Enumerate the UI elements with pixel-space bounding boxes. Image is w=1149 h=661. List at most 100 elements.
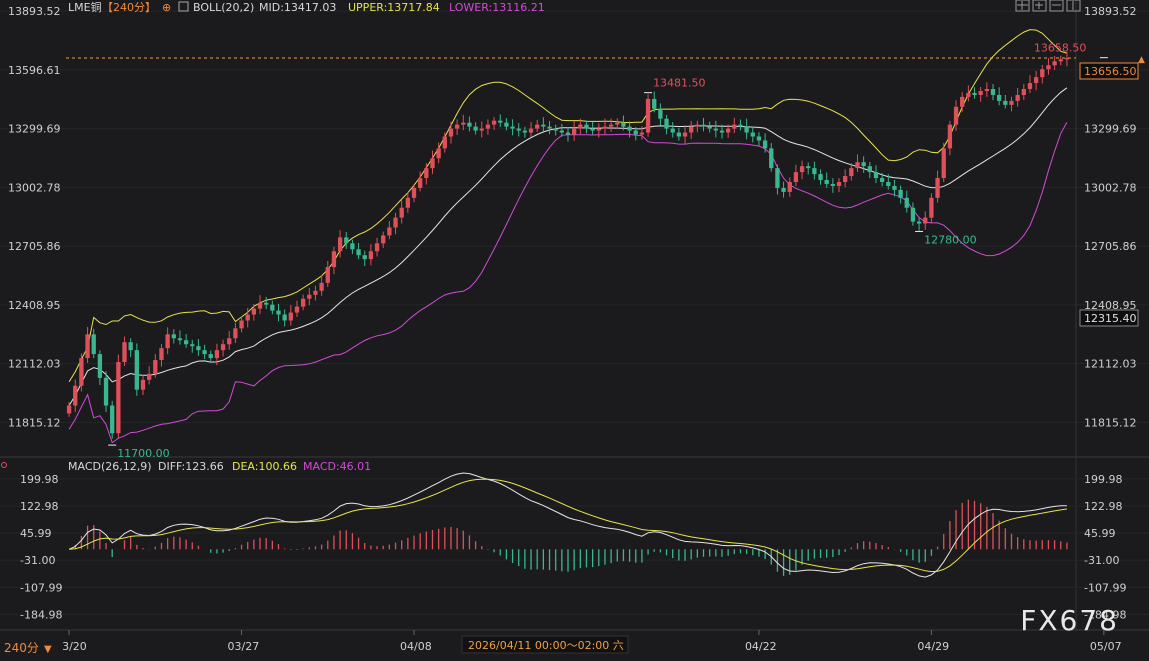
candle-body[interactable] bbox=[448, 128, 454, 137]
candle-body[interactable] bbox=[436, 148, 441, 159]
candle-body[interactable] bbox=[886, 182, 891, 186]
candle-body[interactable] bbox=[879, 178, 885, 182]
candle-body[interactable] bbox=[787, 182, 792, 192]
period-label[interactable]: 【240分】 bbox=[102, 1, 156, 14]
candle-body[interactable] bbox=[584, 124, 589, 129]
candle-body[interactable] bbox=[485, 124, 491, 129]
candle-body[interactable] bbox=[1058, 59, 1063, 62]
candle-body[interactable] bbox=[504, 122, 509, 127]
candle-body[interactable] bbox=[596, 128, 601, 131]
candle-body[interactable] bbox=[362, 255, 367, 260]
candle-body[interactable] bbox=[1021, 89, 1026, 95]
candle-body[interactable] bbox=[608, 124, 614, 127]
candle-body[interactable] bbox=[454, 124, 460, 129]
candle-body[interactable] bbox=[411, 187, 417, 198]
candle-body[interactable] bbox=[812, 168, 817, 175]
candle-body[interactable] bbox=[793, 172, 799, 182]
candle-body[interactable] bbox=[602, 126, 608, 129]
candle-body[interactable] bbox=[79, 358, 84, 386]
candle-body[interactable] bbox=[251, 308, 257, 315]
candle-body[interactable] bbox=[836, 182, 842, 186]
candle-body[interactable] bbox=[399, 207, 404, 218]
candle-body[interactable] bbox=[830, 183, 836, 186]
candle-body[interactable] bbox=[756, 136, 762, 141]
candle-body[interactable] bbox=[732, 124, 737, 129]
candle-body[interactable] bbox=[294, 306, 300, 313]
candle-body[interactable] bbox=[652, 98, 657, 109]
candle-body[interactable] bbox=[701, 124, 706, 127]
candle-body[interactable] bbox=[713, 128, 718, 131]
candle-body[interactable] bbox=[202, 350, 207, 355]
candle-body[interactable] bbox=[547, 126, 552, 129]
candle-body[interactable] bbox=[196, 346, 201, 351]
candle-body[interactable] bbox=[307, 294, 312, 299]
candle-body[interactable] bbox=[374, 243, 380, 252]
candle-body[interactable] bbox=[516, 128, 521, 131]
candle-body[interactable] bbox=[1064, 58, 1070, 60]
candle-body[interactable] bbox=[941, 148, 946, 179]
settings-icon[interactable]: ⊕ bbox=[162, 1, 171, 14]
candle-body[interactable] bbox=[85, 334, 90, 359]
candle-body[interactable] bbox=[214, 350, 220, 359]
candle-body[interactable] bbox=[128, 342, 133, 351]
candle-body[interactable] bbox=[590, 128, 595, 131]
candle-body[interactable] bbox=[177, 338, 183, 341]
candle-body[interactable] bbox=[990, 89, 996, 95]
candle-body[interactable] bbox=[572, 128, 577, 135]
candle-body[interactable] bbox=[762, 140, 768, 149]
candle-body[interactable] bbox=[695, 124, 700, 127]
candle-body[interactable] bbox=[1027, 83, 1033, 90]
candle-body[interactable] bbox=[972, 92, 977, 95]
candle-body[interactable] bbox=[350, 243, 355, 250]
candle-body[interactable] bbox=[873, 172, 879, 179]
candle-body[interactable] bbox=[239, 320, 244, 329]
candle-body[interactable] bbox=[707, 126, 712, 129]
candle-body[interactable] bbox=[344, 237, 349, 244]
indicator-toggle-icon[interactable] bbox=[178, 1, 189, 12]
candle-body[interactable] bbox=[960, 96, 965, 107]
candle-body[interactable] bbox=[165, 334, 170, 349]
candle-body[interactable] bbox=[1052, 61, 1057, 66]
candle-body[interactable] bbox=[664, 118, 669, 129]
candle-body[interactable] bbox=[861, 162, 866, 167]
candle-body[interactable] bbox=[799, 166, 805, 173]
candle-body[interactable] bbox=[522, 130, 528, 133]
candle-body[interactable] bbox=[738, 124, 743, 127]
candle-body[interactable] bbox=[171, 334, 176, 339]
candle-body[interactable] bbox=[116, 362, 121, 434]
candle-body[interactable] bbox=[479, 128, 484, 131]
candle-body[interactable] bbox=[424, 168, 429, 179]
candle-body[interactable] bbox=[633, 130, 638, 135]
candle-body[interactable] bbox=[331, 251, 337, 268]
candle-body[interactable] bbox=[953, 106, 959, 125]
candle-body[interactable] bbox=[966, 92, 971, 97]
candle-body[interactable] bbox=[418, 178, 423, 188]
candle-body[interactable] bbox=[916, 221, 922, 224]
candle-body[interactable] bbox=[319, 282, 324, 291]
candle-body[interactable] bbox=[725, 128, 731, 133]
candle-body[interactable] bbox=[153, 360, 158, 374]
candle-body[interactable] bbox=[892, 185, 897, 190]
candle-body[interactable] bbox=[978, 91, 983, 95]
candle-body[interactable] bbox=[159, 348, 164, 361]
candle-body[interactable] bbox=[140, 379, 146, 390]
candle-body[interactable] bbox=[645, 98, 651, 133]
candle-body[interactable] bbox=[498, 120, 503, 123]
candle-body[interactable] bbox=[775, 168, 780, 188]
candle-body[interactable] bbox=[387, 227, 392, 236]
candle-body[interactable] bbox=[855, 162, 860, 169]
candle-body[interactable] bbox=[578, 124, 583, 129]
candle-body[interactable] bbox=[270, 304, 275, 311]
candle-body[interactable] bbox=[110, 405, 115, 434]
candle-body[interactable] bbox=[806, 166, 811, 169]
candle-body[interactable] bbox=[288, 312, 293, 321]
candle-body[interactable] bbox=[337, 237, 343, 252]
candle-body[interactable] bbox=[134, 350, 139, 390]
candle-body[interactable] bbox=[719, 130, 725, 133]
candle-body[interactable] bbox=[904, 197, 909, 208]
candle-body[interactable] bbox=[565, 132, 571, 135]
candle-body[interactable] bbox=[824, 180, 829, 184]
candle-body[interactable] bbox=[208, 354, 213, 359]
candle-body[interactable] bbox=[843, 176, 848, 182]
candle-body[interactable] bbox=[1003, 100, 1008, 105]
